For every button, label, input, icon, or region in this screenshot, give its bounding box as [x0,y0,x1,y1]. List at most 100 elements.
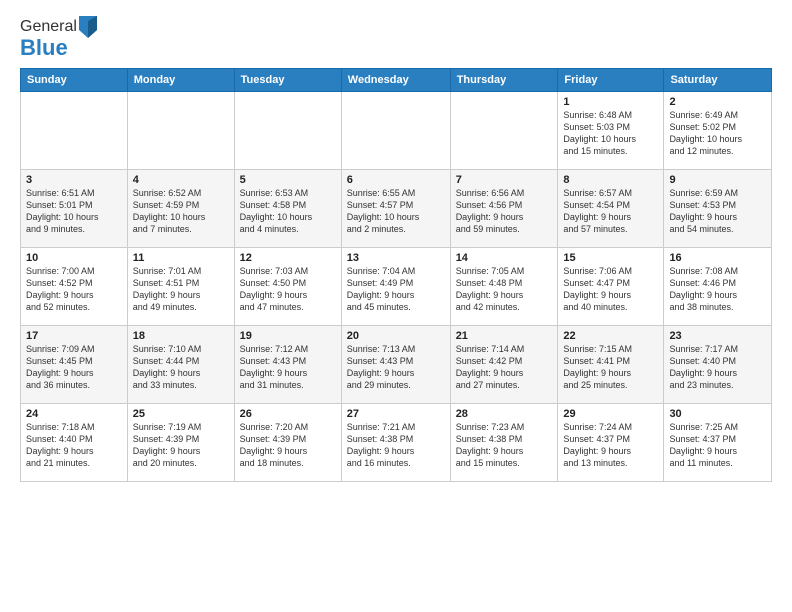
day-number: 7 [456,174,553,186]
day-info: Sunrise: 7:10 AM Sunset: 4:44 PM Dayligh… [133,343,229,392]
calendar-day-cell: 15Sunrise: 7:06 AM Sunset: 4:47 PM Dayli… [558,247,664,325]
day-info: Sunrise: 7:04 AM Sunset: 4:49 PM Dayligh… [347,265,445,314]
logo-icon [79,16,97,38]
day-info: Sunrise: 7:18 AM Sunset: 4:40 PM Dayligh… [26,421,122,470]
day-number: 8 [563,174,658,186]
calendar-col-header: Sunday [21,68,128,91]
day-info: Sunrise: 7:21 AM Sunset: 4:38 PM Dayligh… [347,421,445,470]
day-info: Sunrise: 7:20 AM Sunset: 4:39 PM Dayligh… [240,421,336,470]
calendar-table: SundayMondayTuesdayWednesdayThursdayFrid… [20,68,772,482]
calendar-day-cell: 2Sunrise: 6:49 AM Sunset: 5:02 PM Daylig… [664,91,772,169]
calendar-week-row: 24Sunrise: 7:18 AM Sunset: 4:40 PM Dayli… [21,403,772,481]
calendar-day-cell [21,91,128,169]
calendar-day-cell: 8Sunrise: 6:57 AM Sunset: 4:54 PM Daylig… [558,169,664,247]
calendar-day-cell [127,91,234,169]
calendar-day-cell: 28Sunrise: 7:23 AM Sunset: 4:38 PM Dayli… [450,403,558,481]
day-number: 26 [240,408,336,420]
day-number: 9 [669,174,766,186]
page: General Blue SundayMondayTuesdayWednesda… [0,0,792,492]
calendar-col-header: Friday [558,68,664,91]
calendar-day-cell: 1Sunrise: 6:48 AM Sunset: 5:03 PM Daylig… [558,91,664,169]
calendar-day-cell: 12Sunrise: 7:03 AM Sunset: 4:50 PM Dayli… [234,247,341,325]
day-number: 16 [669,252,766,264]
day-info: Sunrise: 7:17 AM Sunset: 4:40 PM Dayligh… [669,343,766,392]
calendar-header-row: SundayMondayTuesdayWednesdayThursdayFrid… [21,68,772,91]
calendar-week-row: 1Sunrise: 6:48 AM Sunset: 5:03 PM Daylig… [21,91,772,169]
day-number: 5 [240,174,336,186]
calendar-day-cell: 5Sunrise: 6:53 AM Sunset: 4:58 PM Daylig… [234,169,341,247]
calendar-day-cell: 29Sunrise: 7:24 AM Sunset: 4:37 PM Dayli… [558,403,664,481]
day-number: 24 [26,408,122,420]
logo-general-text: General [20,18,77,36]
calendar-week-row: 17Sunrise: 7:09 AM Sunset: 4:45 PM Dayli… [21,325,772,403]
day-info: Sunrise: 7:25 AM Sunset: 4:37 PM Dayligh… [669,421,766,470]
day-number: 28 [456,408,553,420]
day-number: 15 [563,252,658,264]
calendar-day-cell: 22Sunrise: 7:15 AM Sunset: 4:41 PM Dayli… [558,325,664,403]
day-info: Sunrise: 7:23 AM Sunset: 4:38 PM Dayligh… [456,421,553,470]
day-info: Sunrise: 7:09 AM Sunset: 4:45 PM Dayligh… [26,343,122,392]
calendar-day-cell: 13Sunrise: 7:04 AM Sunset: 4:49 PM Dayli… [341,247,450,325]
day-number: 10 [26,252,122,264]
calendar-day-cell: 14Sunrise: 7:05 AM Sunset: 4:48 PM Dayli… [450,247,558,325]
calendar-day-cell: 17Sunrise: 7:09 AM Sunset: 4:45 PM Dayli… [21,325,128,403]
calendar-day-cell: 25Sunrise: 7:19 AM Sunset: 4:39 PM Dayli… [127,403,234,481]
day-info: Sunrise: 7:19 AM Sunset: 4:39 PM Dayligh… [133,421,229,470]
calendar-day-cell [450,91,558,169]
calendar-day-cell: 26Sunrise: 7:20 AM Sunset: 4:39 PM Dayli… [234,403,341,481]
calendar-day-cell: 10Sunrise: 7:00 AM Sunset: 4:52 PM Dayli… [21,247,128,325]
calendar-day-cell: 11Sunrise: 7:01 AM Sunset: 4:51 PM Dayli… [127,247,234,325]
calendar-day-cell: 16Sunrise: 7:08 AM Sunset: 4:46 PM Dayli… [664,247,772,325]
day-info: Sunrise: 6:51 AM Sunset: 5:01 PM Dayligh… [26,187,122,236]
calendar-day-cell: 4Sunrise: 6:52 AM Sunset: 4:59 PM Daylig… [127,169,234,247]
day-info: Sunrise: 6:52 AM Sunset: 4:59 PM Dayligh… [133,187,229,236]
calendar-day-cell [234,91,341,169]
calendar-day-cell: 19Sunrise: 7:12 AM Sunset: 4:43 PM Dayli… [234,325,341,403]
calendar-day-cell: 21Sunrise: 7:14 AM Sunset: 4:42 PM Dayli… [450,325,558,403]
day-number: 22 [563,330,658,342]
day-number: 23 [669,330,766,342]
day-number: 13 [347,252,445,264]
day-info: Sunrise: 6:53 AM Sunset: 4:58 PM Dayligh… [240,187,336,236]
day-info: Sunrise: 6:56 AM Sunset: 4:56 PM Dayligh… [456,187,553,236]
day-info: Sunrise: 6:49 AM Sunset: 5:02 PM Dayligh… [669,109,766,158]
calendar-day-cell: 24Sunrise: 7:18 AM Sunset: 4:40 PM Dayli… [21,403,128,481]
day-info: Sunrise: 7:08 AM Sunset: 4:46 PM Dayligh… [669,265,766,314]
calendar-col-header: Monday [127,68,234,91]
day-info: Sunrise: 7:00 AM Sunset: 4:52 PM Dayligh… [26,265,122,314]
calendar-day-cell: 20Sunrise: 7:13 AM Sunset: 4:43 PM Dayli… [341,325,450,403]
calendar-day-cell: 3Sunrise: 6:51 AM Sunset: 5:01 PM Daylig… [21,169,128,247]
calendar-col-header: Wednesday [341,68,450,91]
day-info: Sunrise: 6:57 AM Sunset: 4:54 PM Dayligh… [563,187,658,236]
day-number: 2 [669,96,766,108]
day-info: Sunrise: 7:12 AM Sunset: 4:43 PM Dayligh… [240,343,336,392]
day-number: 6 [347,174,445,186]
day-info: Sunrise: 7:03 AM Sunset: 4:50 PM Dayligh… [240,265,336,314]
calendar-col-header: Tuesday [234,68,341,91]
day-info: Sunrise: 7:06 AM Sunset: 4:47 PM Dayligh… [563,265,658,314]
calendar-day-cell: 27Sunrise: 7:21 AM Sunset: 4:38 PM Dayli… [341,403,450,481]
calendar-day-cell: 18Sunrise: 7:10 AM Sunset: 4:44 PM Dayli… [127,325,234,403]
day-number: 14 [456,252,553,264]
calendar-col-header: Saturday [664,68,772,91]
day-info: Sunrise: 7:01 AM Sunset: 4:51 PM Dayligh… [133,265,229,314]
day-number: 21 [456,330,553,342]
calendar-day-cell: 7Sunrise: 6:56 AM Sunset: 4:56 PM Daylig… [450,169,558,247]
day-number: 4 [133,174,229,186]
day-info: Sunrise: 7:14 AM Sunset: 4:42 PM Dayligh… [456,343,553,392]
day-info: Sunrise: 7:13 AM Sunset: 4:43 PM Dayligh… [347,343,445,392]
day-number: 27 [347,408,445,420]
day-number: 20 [347,330,445,342]
day-number: 11 [133,252,229,264]
day-number: 25 [133,408,229,420]
calendar-col-header: Thursday [450,68,558,91]
day-info: Sunrise: 6:55 AM Sunset: 4:57 PM Dayligh… [347,187,445,236]
day-number: 1 [563,96,658,108]
day-info: Sunrise: 7:24 AM Sunset: 4:37 PM Dayligh… [563,421,658,470]
calendar-day-cell: 6Sunrise: 6:55 AM Sunset: 4:57 PM Daylig… [341,169,450,247]
day-number: 19 [240,330,336,342]
calendar-day-cell [341,91,450,169]
day-info: Sunrise: 7:05 AM Sunset: 4:48 PM Dayligh… [456,265,553,314]
day-info: Sunrise: 6:48 AM Sunset: 5:03 PM Dayligh… [563,109,658,158]
calendar-week-row: 10Sunrise: 7:00 AM Sunset: 4:52 PM Dayli… [21,247,772,325]
